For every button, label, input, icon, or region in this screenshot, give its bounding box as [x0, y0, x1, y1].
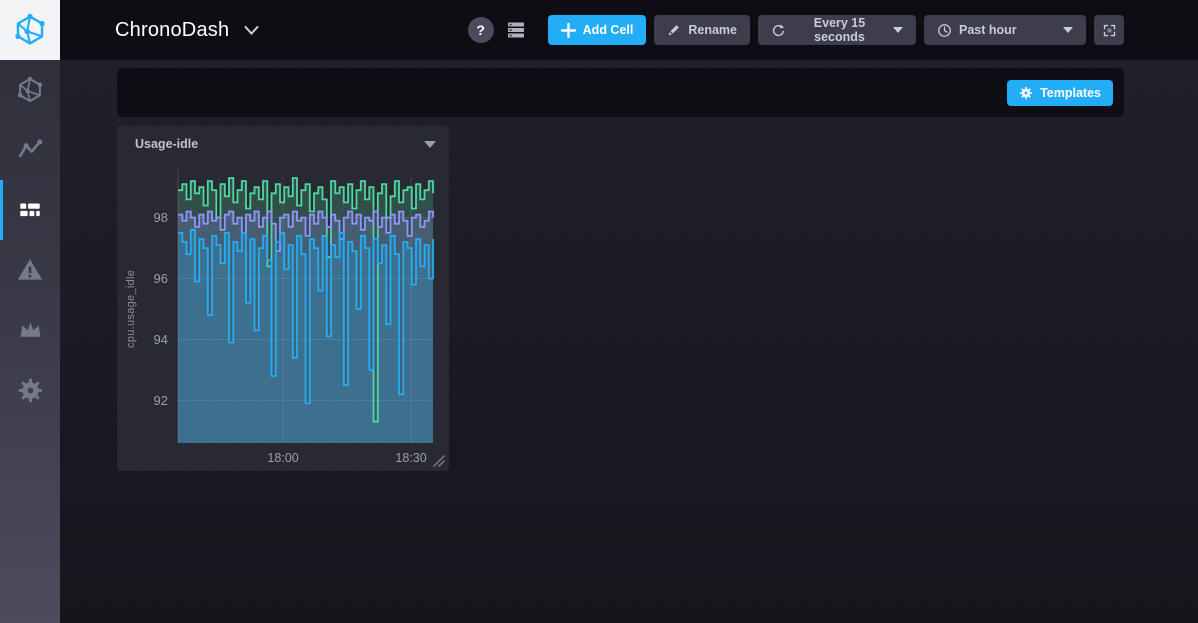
cell-title: Usage-idle [135, 137, 198, 151]
gear-icon [17, 377, 44, 404]
svg-text:18:00: 18:00 [267, 451, 298, 465]
pulse-graph-icon [17, 137, 43, 163]
app-window: ChronoDash ? Add Cell Rename [0, 0, 1198, 623]
svg-text:92: 92 [154, 393, 168, 408]
app-logo[interactable] [0, 0, 60, 60]
sidebar-item-admin[interactable] [0, 300, 60, 360]
svg-text:96: 96 [154, 271, 168, 286]
dashboard-title: ChronoDash [115, 19, 229, 42]
cell-list-icon [506, 20, 526, 40]
cell-list-button[interactable] [506, 20, 526, 40]
timerange-dropdown[interactable]: Past hour [924, 15, 1086, 45]
templates-button[interactable]: Templates [1007, 80, 1113, 106]
svg-text:18:30: 18:30 [395, 451, 426, 465]
dashboard-cell-usage-idle[interactable]: Usage-idle cpu.usage_idle 9294969818:001… [117, 126, 449, 471]
caret-down-icon [1063, 27, 1073, 33]
plus-icon [561, 23, 576, 38]
chevron-down-icon [244, 26, 259, 35]
refresh-icon [771, 23, 786, 38]
presentation-mode-icon [1102, 23, 1117, 38]
dashboard-grid-icon [17, 197, 43, 223]
sidebar [0, 60, 60, 623]
presentation-mode-button[interactable] [1094, 15, 1124, 45]
resize-handle-icon [432, 454, 445, 467]
gear-icon [1019, 86, 1033, 100]
graph-tips-button[interactable]: ? [468, 17, 494, 43]
autorefresh-label: Every 15 seconds [793, 16, 886, 44]
dashboard-title-dropdown[interactable]: ChronoDash [115, 19, 259, 42]
topbar-controls: ? Add Cell Rename [468, 15, 1198, 45]
cell-chart-svg[interactable]: 92 94 96 98 18:00 18:30 [117, 162, 449, 471]
cell-context-menu-button[interactable] [424, 141, 436, 148]
rename-button[interactable]: Rename [654, 15, 750, 45]
caret-down-icon [893, 27, 903, 33]
add-cell-label: Add Cell [583, 23, 634, 37]
question-mark-icon: ? [476, 22, 485, 38]
sidebar-item-hosts[interactable] [0, 60, 60, 120]
timerange-label: Past hour [959, 23, 1017, 37]
dashboard-content: Templates Usage-idle cpu.usage_idle 9294… [60, 60, 1198, 623]
svg-text:98: 98 [154, 210, 168, 225]
sidebar-item-data-explorer[interactable] [0, 120, 60, 180]
polyhedron-nodes-icon [16, 76, 44, 104]
rename-label: Rename [688, 23, 737, 37]
templates-label: Templates [1040, 86, 1101, 100]
template-variables-bar: Templates [117, 68, 1124, 117]
svg-text:94: 94 [154, 332, 168, 347]
cell-header[interactable]: Usage-idle [117, 126, 449, 162]
cell-resize-handle[interactable] [432, 454, 445, 467]
crown-icon [17, 317, 44, 344]
clock-icon [937, 23, 952, 38]
add-cell-button[interactable]: Add Cell [548, 15, 647, 45]
cell-chart-area: cpu.usage_idle 9294969818:0018:30 [117, 162, 449, 471]
sidebar-item-dashboards[interactable] [0, 180, 60, 240]
alert-triangle-icon [16, 256, 44, 284]
topbar: ChronoDash ? Add Cell Rename [0, 0, 1198, 60]
polyhedron-logo-icon [13, 13, 47, 47]
autorefresh-dropdown[interactable]: Every 15 seconds [758, 15, 916, 45]
sidebar-item-alerts[interactable] [0, 240, 60, 300]
pencil-icon [667, 23, 681, 37]
caret-down-icon [424, 141, 436, 148]
sidebar-item-settings[interactable] [0, 360, 60, 420]
